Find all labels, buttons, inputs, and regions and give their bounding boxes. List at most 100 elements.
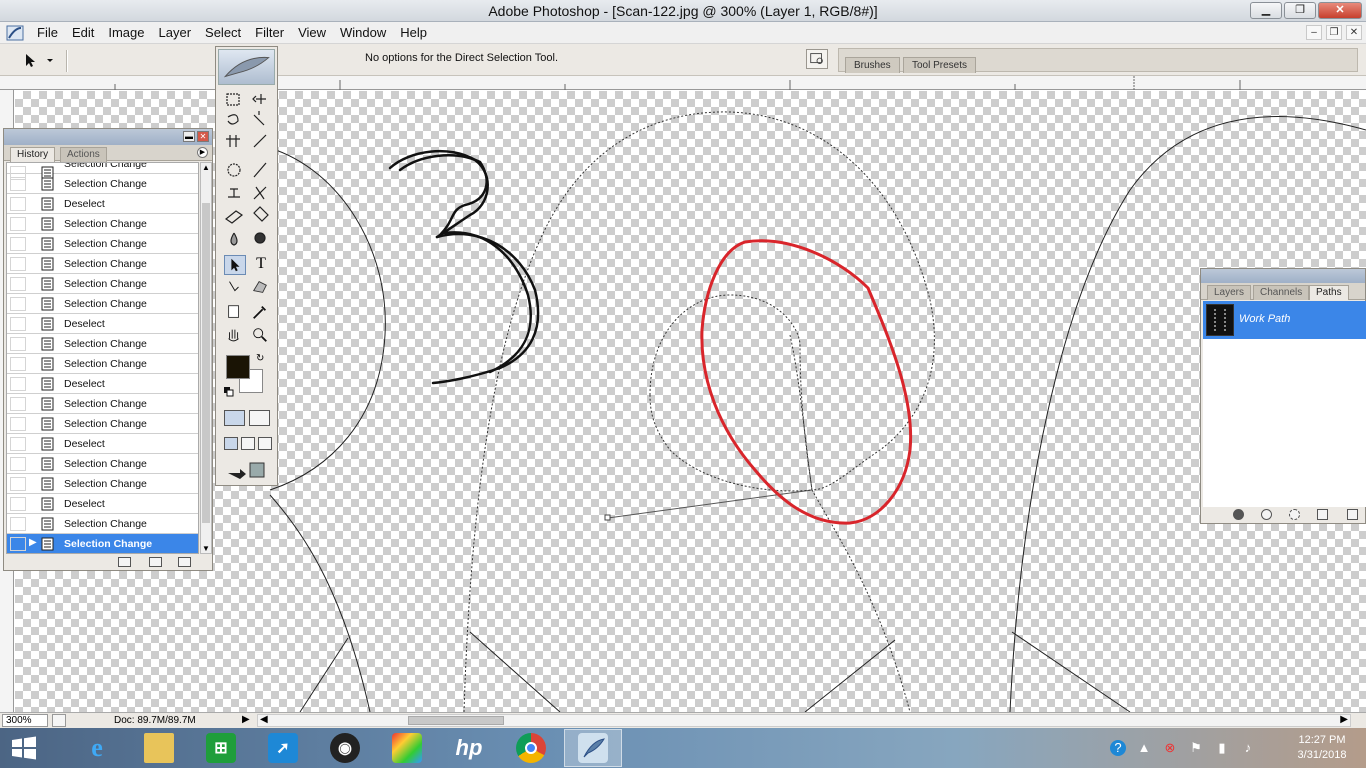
palette-menu-icon[interactable]: ▶ [197,147,208,158]
swap-colors-icon[interactable]: ↻ [256,353,264,364]
menu-file[interactable]: File [30,22,65,44]
history-state[interactable]: Deselect [7,494,198,514]
history-source-checkbox[interactable] [10,337,26,351]
history-state[interactable]: Selection Change [7,163,198,180]
history-list[interactable]: Selection Change Selection Change Deselect… [6,162,199,554]
file-browser-icon[interactable] [806,49,828,69]
fill-path-icon[interactable] [1233,509,1244,520]
doc-close-button[interactable]: ✕ [1346,25,1362,40]
history-source-checkbox[interactable] [10,537,26,551]
taskbar-clock[interactable]: 12:27 PM 3/31/2018 [1290,733,1354,763]
history-source-checkbox[interactable] [10,237,26,251]
tab-channels[interactable]: Channels [1253,285,1310,300]
action-center-flag-icon[interactable]: ⚑ [1188,740,1204,756]
history-state[interactable]: Selection Change [7,334,198,354]
history-state[interactable]: Selection Change [7,214,198,234]
menu-edit[interactable]: Edit [65,22,101,44]
tab-layers[interactable]: Layers [1207,285,1252,300]
quick-mask-mode-icon[interactable] [249,410,270,426]
menu-layer[interactable]: Layer [152,22,199,44]
scroll-right-icon[interactable]: ▶ [1340,714,1348,725]
menu-help[interactable]: Help [393,22,434,44]
status-info-icon[interactable] [52,714,66,727]
horizontal-scroll-thumb[interactable] [408,716,504,725]
taskbar-paint-app[interactable] [378,729,436,767]
photoshop-feather-icon[interactable] [6,25,24,41]
type-tool-icon[interactable]: T [250,255,272,275]
history-scrollbar[interactable]: ▲ ▼ [200,162,212,554]
custom-shape-tool-icon[interactable] [250,278,272,298]
close-button[interactable]: ✕ [1318,2,1362,19]
history-state[interactable]: Selection Change [7,254,198,274]
history-source-checkbox[interactable] [10,317,26,331]
history-source-checkbox[interactable] [10,377,26,391]
show-hidden-icons-icon[interactable]: ▲ [1136,740,1152,756]
taskbar-hp-app[interactable]: hp [440,729,498,767]
history-state[interactable]: Deselect [7,314,198,334]
palette-minimize-button[interactable]: ▬ [183,131,195,142]
history-state-current[interactable]: ▶ Selection Change [7,534,198,553]
history-source-checkbox[interactable] [10,297,26,311]
history-source-checkbox[interactable] [10,397,26,411]
jump-to-imageready-icon[interactable] [226,461,268,479]
eyedropper-tool-icon[interactable] [250,303,272,323]
taskbar-chrome[interactable] [502,729,560,767]
trash-icon[interactable] [178,557,191,567]
full-screen-menu-mode-icon[interactable] [241,437,255,450]
paths-palette-titlebar[interactable] [1201,269,1365,283]
tab-history[interactable]: History [10,147,56,162]
history-state[interactable]: Selection Change [7,474,198,494]
history-source-checkbox[interactable] [10,177,26,191]
history-state[interactable]: Deselect [7,374,198,394]
tab-tool-presets[interactable]: Tool Presets [903,57,977,73]
history-state[interactable]: Selection Change [7,294,198,314]
path-row-work-path[interactable]: Work Path [1203,301,1366,339]
load-path-as-selection-icon[interactable] [1289,509,1300,520]
zoom-level-field[interactable]: 300% [2,714,48,727]
taskbar-file-explorer[interactable] [130,729,188,767]
history-source-checkbox[interactable] [10,217,26,231]
taskbar-store[interactable]: ⊞ [192,729,250,767]
menu-view[interactable]: View [291,22,333,44]
scroll-up-icon[interactable]: ▲ [202,163,210,172]
history-state[interactable]: Selection Change [7,514,198,534]
history-state[interactable]: Selection Change [7,394,198,414]
scroll-left-icon[interactable]: ◀ [260,714,268,725]
palette-close-button[interactable]: ✕ [197,131,209,142]
menu-select[interactable]: Select [198,22,248,44]
taskbar-photoshop[interactable] [564,729,622,767]
history-state[interactable]: Selection Change [7,414,198,434]
history-state[interactable]: Selection Change [7,174,198,194]
menu-filter[interactable]: Filter [248,22,291,44]
history-source-checkbox[interactable] [10,517,26,531]
history-source-checkbox[interactable] [10,457,26,471]
history-source-checkbox[interactable] [10,497,26,511]
network-icon[interactable]: ▮ [1214,740,1230,756]
stroke-path-icon[interactable] [1261,509,1272,520]
direct-selection-tool-preset-icon[interactable] [18,51,58,69]
tab-paths[interactable]: Paths [1309,285,1349,300]
status-menu-arrow-icon[interactable]: ▶ [242,714,250,725]
history-source-checkbox[interactable] [10,197,26,211]
scroll-thumb[interactable] [202,203,210,523]
windows-start-icon[interactable] [10,736,38,760]
help-icon[interactable]: ? [1110,740,1126,756]
make-work-path-icon[interactable] [1317,509,1328,520]
tab-brushes[interactable]: Brushes [845,57,900,73]
menu-image[interactable]: Image [101,22,151,44]
history-palette-titlebar[interactable]: ▬ ✕ [4,129,212,145]
restore-button[interactable]: ❐ [1284,2,1316,19]
history-source-checkbox[interactable] [10,277,26,291]
history-state[interactable]: Selection Change [7,454,198,474]
minimize-button[interactable]: ▁ [1250,2,1282,19]
taskbar-camera-app[interactable]: ◉ [316,729,374,767]
volume-icon[interactable]: ♪ [1240,740,1256,756]
full-screen-mode-icon[interactable] [258,437,272,450]
doc-minimize-button[interactable]: – [1306,25,1322,40]
history-state[interactable]: Deselect [7,194,198,214]
menu-window[interactable]: Window [333,22,393,44]
pen-tool-icon[interactable] [224,278,246,298]
history-state[interactable]: Deselect [7,434,198,454]
direct-selection-tool-icon[interactable] [224,255,246,275]
foreground-color-swatch[interactable] [226,355,250,379]
